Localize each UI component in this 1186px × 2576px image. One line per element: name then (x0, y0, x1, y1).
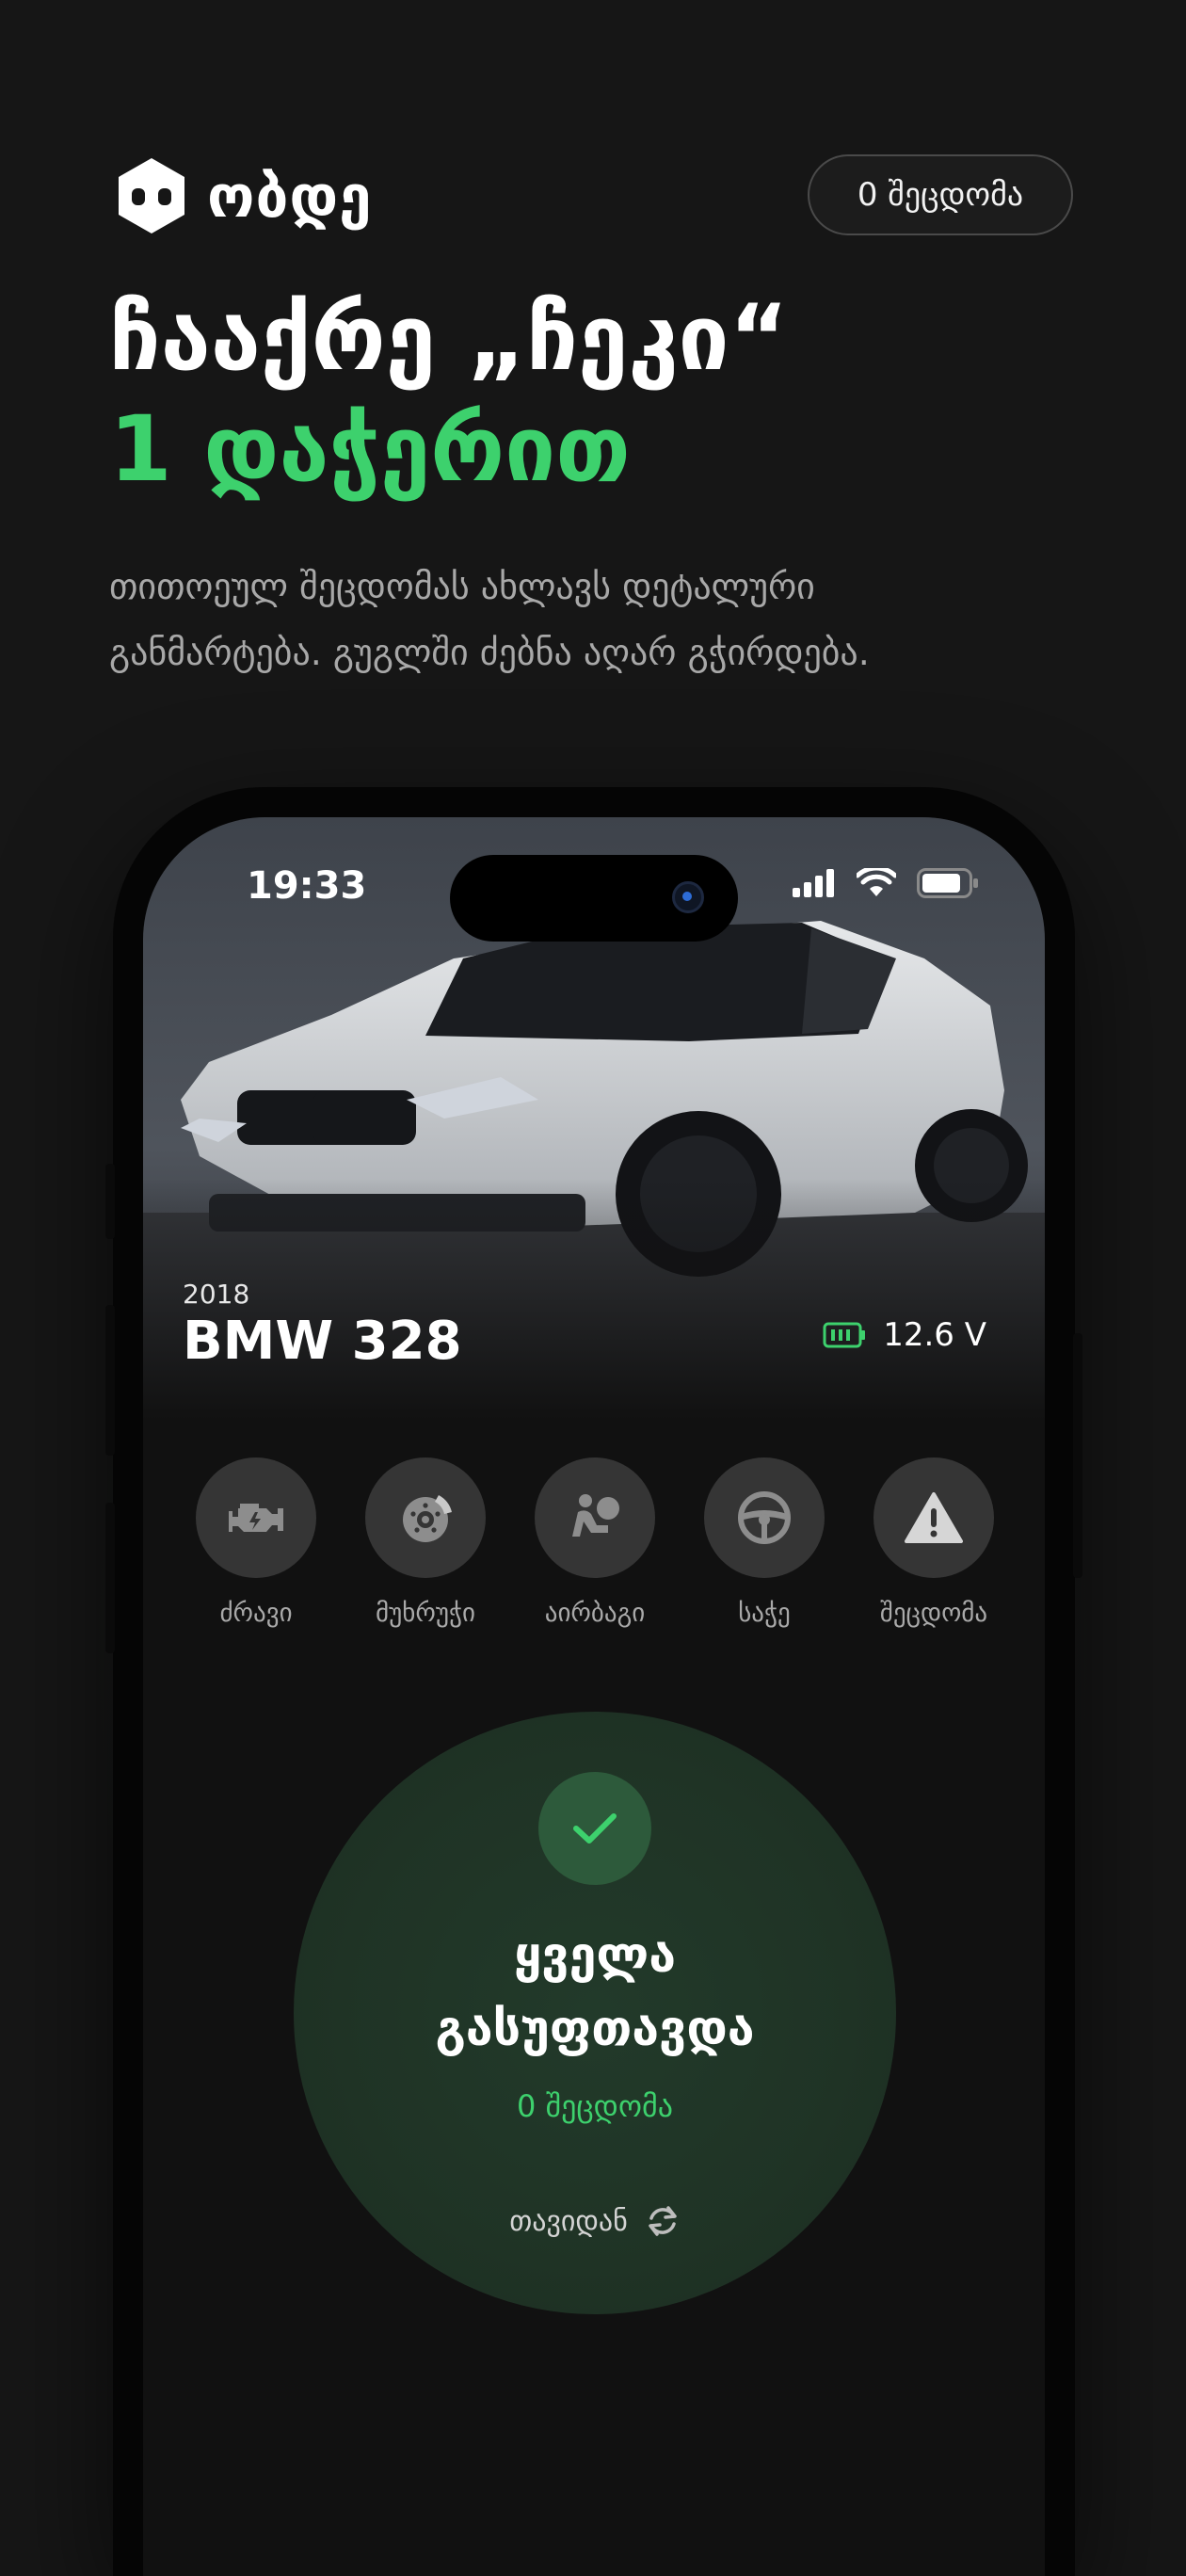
status-icons (793, 868, 979, 898)
steering-wheel-icon (704, 1457, 825, 1578)
result-panel: ყველა გასუფთავდა 0 შეცდომა თავიდან (294, 1712, 896, 2314)
category-steering[interactable]: საჭე (698, 1457, 830, 1628)
phone-frame: 19:33 2018 BMW 328 12.6 V ძრავი მუხრუჭი … (105, 787, 1082, 2576)
headline: ჩააქრე „ჩეკი“ 1 დაჭერით (109, 282, 789, 505)
category-label: მუხრუჭი (376, 1599, 475, 1628)
status-time: 19:33 (247, 864, 367, 908)
subtitle-line-2: განმარტება. გუგლში ძებნა აღარ გჭირდება. (109, 632, 870, 673)
headline-line-1: ჩააქრე „ჩეკი“ (109, 285, 789, 391)
car-year: 2018 (183, 1279, 250, 1310)
battery-voltage-value: 12.6 V (883, 1316, 986, 1354)
restart-label: თავიდან (509, 2204, 628, 2238)
result-title: ყველა გასუფთავდა (294, 1919, 896, 2066)
brand-name: ობდე (207, 161, 373, 231)
category-label: ძრავი (219, 1599, 293, 1628)
refresh-icon (649, 2206, 677, 2236)
headline-line-2: 1 დაჭერით (109, 396, 631, 502)
subtitle-line-1: თითოეულ შეცდომას ახლავს დეტალური (109, 566, 815, 607)
subtitle: თითოეულ შეცდომას ახლავს დეტალური განმარტ… (109, 554, 1050, 685)
category-label: აირბაგი (544, 1599, 646, 1628)
brand-logo: ობდე (115, 156, 373, 235)
category-engine[interactable]: ძრავი (190, 1457, 322, 1628)
result-error-count: 0 შეცდომა (517, 2088, 673, 2124)
side-button (105, 1164, 115, 1239)
result-title-line-2: გასუფთავდა (435, 2001, 755, 2057)
car-battery-icon (823, 1322, 866, 1348)
category-airbag[interactable]: აირბაგი (529, 1457, 661, 1628)
brake-disc-icon (365, 1457, 486, 1578)
front-camera-icon (672, 881, 704, 913)
category-brakes[interactable]: მუხრუჭი (360, 1457, 491, 1628)
error-count-pill[interactable]: 0 შეცდომა (808, 154, 1073, 235)
result-title-line-1: ყველა (513, 1927, 677, 1984)
airbag-icon (535, 1457, 655, 1578)
engine-icon (196, 1457, 316, 1578)
cellular-signal-icon (793, 869, 834, 897)
dynamic-island (450, 855, 738, 942)
robot-face-icon (115, 156, 188, 235)
category-errors[interactable]: შეცდომა (868, 1457, 1000, 1628)
volume-down-button (105, 1503, 115, 1653)
restart-button[interactable]: თავიდან (294, 2203, 896, 2239)
power-button (1073, 1333, 1082, 1578)
checkmark-icon (538, 1772, 651, 1885)
status-bar: 19:33 (143, 855, 1045, 942)
phone-screen: 19:33 2018 BMW 328 12.6 V ძრავი მუხრუჭი … (143, 817, 1045, 2576)
battery-voltage: 12.6 V (823, 1316, 986, 1354)
category-row: ძრავი მუხრუჭი აირბაგი საჭე შეცდომა (190, 1457, 1000, 1628)
warning-icon (873, 1457, 994, 1578)
wifi-icon (857, 868, 896, 896)
marketing-header: ობდე 0 შეცდომა (0, 0, 1186, 245)
volume-up-button (105, 1305, 115, 1456)
battery-icon (917, 868, 978, 898)
category-label: შეცდომა (879, 1599, 988, 1628)
car-model: BMW 328 (183, 1311, 462, 1372)
category-label: საჭე (738, 1599, 791, 1628)
